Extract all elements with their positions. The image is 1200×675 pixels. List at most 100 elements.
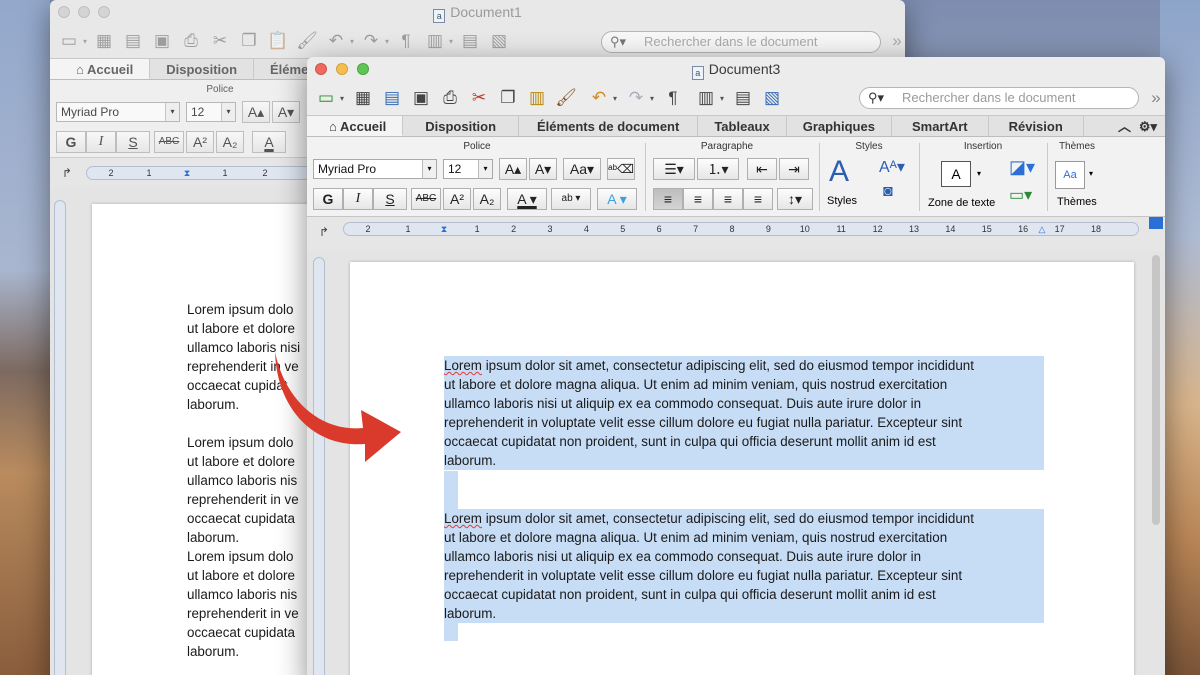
decrease-indent-button[interactable]: ⇤: [747, 158, 777, 180]
subscript-button[interactable]: A₂: [216, 131, 244, 153]
close-button[interactable]: [58, 6, 70, 18]
print-icon[interactable]: ⎙: [178, 28, 204, 54]
grow-font-button[interactable]: A▴: [499, 158, 527, 180]
redo-icon[interactable]: ↷ ▾: [358, 28, 389, 54]
print-icon[interactable]: ⎙: [437, 85, 463, 111]
styles-button-label[interactable]: Styles: [827, 195, 857, 207]
shrink-font-button[interactable]: A▾: [272, 101, 300, 123]
cut-icon[interactable]: ✂: [466, 85, 492, 111]
tab-disposition[interactable]: Disposition: [150, 59, 255, 79]
picture-icon[interactable]: ▭▾: [1009, 185, 1032, 205]
italic-button[interactable]: I: [343, 188, 373, 210]
gear-icon[interactable]: ⚙▾: [1139, 116, 1157, 137]
vertical-scrollbar[interactable]: [1152, 255, 1160, 525]
tab-accueil[interactable]: ⌂ Accueil: [50, 59, 151, 79]
format-painter-icon[interactable]: 🖌: [553, 85, 579, 111]
open-icon[interactable]: ▤: [379, 85, 405, 111]
close-button[interactable]: [315, 63, 327, 75]
collapse-ribbon-icon[interactable]: ︿: [1118, 116, 1131, 137]
copy-icon[interactable]: ❐: [495, 85, 521, 111]
misspelled-word[interactable]: Lorem: [444, 358, 482, 373]
copy-icon[interactable]: ❐: [236, 28, 262, 54]
misspelled-word[interactable]: Lorem: [444, 511, 482, 526]
strike-button[interactable]: ABC: [411, 188, 441, 210]
tab-elements-de-document[interactable]: Éléments de document: [519, 116, 699, 136]
quick-styles-icon[interactable]: Aᴬ▾: [879, 157, 905, 177]
gallery-icon[interactable]: ▦: [350, 85, 376, 111]
bold-button[interactable]: G: [313, 188, 343, 210]
strike-button[interactable]: ABC: [154, 131, 184, 153]
line-spacing-button[interactable]: ↕▾: [777, 188, 813, 210]
minimize-button[interactable]: [336, 63, 348, 75]
indent-marker-icon[interactable]: ⧗: [436, 223, 452, 236]
sidebar-icon[interactable]: ▤: [730, 85, 756, 111]
tab-graphiques[interactable]: Graphiques: [787, 116, 892, 136]
change-case-button[interactable]: Aa▾: [563, 158, 601, 180]
subscript-button[interactable]: A₂: [473, 188, 501, 210]
tab-accueil[interactable]: ⌂ Accueil: [307, 116, 404, 136]
text-effects-button[interactable]: A ▾: [597, 188, 637, 210]
redo-icon[interactable]: ↷ ▾: [623, 85, 654, 111]
justify-button[interactable]: ≡: [743, 188, 773, 210]
align-center-button[interactable]: ≡: [683, 188, 713, 210]
view-icon[interactable]: ▥ ▾: [422, 28, 453, 54]
superscript-button[interactable]: A²: [443, 188, 471, 210]
font-size-select[interactable]: 12 ▾: [186, 102, 236, 122]
right-indent-marker-icon[interactable]: △: [1034, 223, 1050, 236]
shrink-font-button[interactable]: A▾: [529, 158, 557, 180]
overflow-chevron-icon[interactable]: »: [1143, 85, 1165, 111]
bold-button[interactable]: G: [56, 131, 86, 153]
tab-stop-icon[interactable]: ↱: [311, 219, 337, 245]
cut-icon[interactable]: ✂: [207, 28, 233, 54]
tab-disposition[interactable]: Disposition: [403, 116, 520, 136]
superscript-button[interactable]: A²: [186, 131, 214, 153]
media-icon[interactable]: ▧: [486, 28, 512, 54]
font-name-select[interactable]: Myriad Pro ▾: [56, 102, 180, 122]
media-icon[interactable]: ▧: [759, 85, 785, 111]
minimize-button[interactable]: [78, 6, 90, 18]
text-box-button-label[interactable]: Zone de texte: [928, 197, 995, 209]
tab-tableaux[interactable]: Tableaux: [698, 116, 787, 136]
increase-indent-button[interactable]: ⇥: [779, 158, 809, 180]
underline-button[interactable]: S: [116, 131, 150, 153]
search-input[interactable]: ⚲▾ Rechercher dans le document: [859, 87, 1139, 109]
font-color-button[interactable]: A: [252, 131, 286, 153]
indent-marker-icon[interactable]: ⧗: [179, 167, 195, 180]
highlight-button[interactable]: ab ▾: [551, 188, 591, 210]
pilcrow-icon[interactable]: ¶: [660, 85, 686, 111]
font-size-select[interactable]: 12 ▾: [443, 159, 493, 179]
view-icon[interactable]: ▥ ▾: [693, 85, 724, 111]
clear-formatting-button[interactable]: ᵃᵇ⌫: [607, 158, 635, 180]
themes-icon[interactable]: Aa: [1055, 161, 1085, 189]
tab-stop-icon[interactable]: ↱: [54, 160, 80, 186]
font-name-select[interactable]: Myriad Pro ▾: [313, 159, 437, 179]
bullets-button[interactable]: ☰▾: [653, 158, 695, 180]
format-painter-icon[interactable]: 🖌: [294, 28, 320, 54]
open-icon[interactable]: ▤: [120, 28, 146, 54]
zoom-button[interactable]: [98, 6, 110, 18]
text-box-dropdown-icon[interactable]: ▾: [977, 169, 981, 178]
gallery-icon[interactable]: ▦: [91, 28, 117, 54]
underline-button[interactable]: S: [373, 188, 407, 210]
themes-dropdown-icon[interactable]: ▾: [1089, 169, 1093, 178]
undo-icon[interactable]: ↶ ▾: [586, 85, 617, 111]
new-document-icon[interactable]: ▭ ▾: [56, 28, 87, 54]
styles-icon[interactable]: A: [829, 155, 849, 189]
style-pane-icon[interactable]: ◙: [883, 183, 893, 201]
font-color-button[interactable]: A ▾: [507, 188, 547, 210]
overflow-chevron-icon[interactable]: »: [884, 28, 905, 54]
numbering-button[interactable]: ⒈▾: [697, 158, 739, 180]
save-icon[interactable]: ▣: [149, 28, 175, 54]
tab-smartart[interactable]: SmartArt: [892, 116, 989, 136]
grow-font-button[interactable]: A▴: [242, 101, 270, 123]
undo-icon[interactable]: ↶ ▾: [323, 28, 354, 54]
themes-button-label[interactable]: Thèmes: [1057, 196, 1097, 208]
pilcrow-icon[interactable]: ¶: [393, 28, 419, 54]
shapes-icon[interactable]: ◪▾: [1009, 157, 1035, 178]
italic-button[interactable]: I: [86, 131, 116, 153]
align-left-button[interactable]: ≡: [653, 188, 683, 210]
back-search-input[interactable]: ⚲▾ Rechercher dans le document: [601, 31, 881, 53]
paste-icon[interactable]: 📋: [265, 28, 291, 54]
text-box-icon[interactable]: A: [941, 161, 971, 187]
zoom-button[interactable]: [357, 63, 369, 75]
